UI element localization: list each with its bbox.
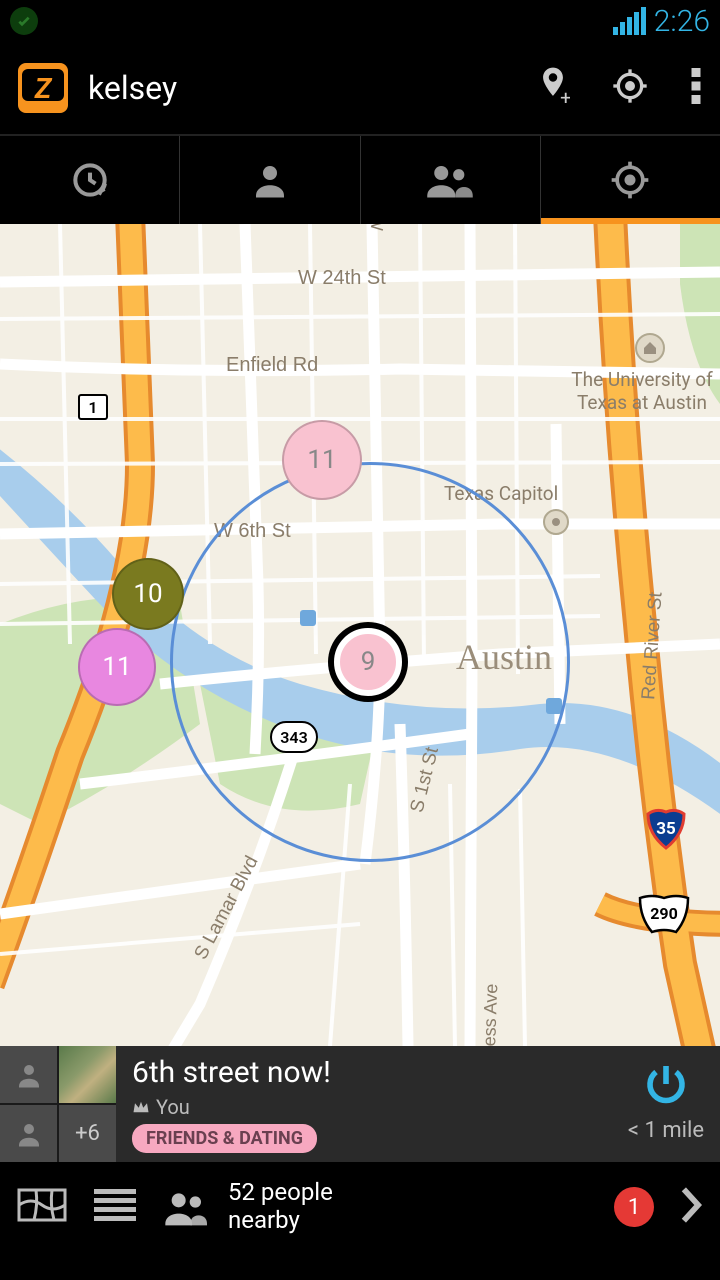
svg-text:+: + [560, 86, 570, 108]
map-view-icon[interactable] [16, 1185, 68, 1229]
cluster-pin[interactable]: 11 [282, 420, 362, 500]
avatar-more-count: +6 [59, 1105, 116, 1162]
notification-badge[interactable]: 1 [614, 1187, 654, 1227]
nearby-info[interactable]: 52 people nearby [162, 1179, 590, 1234]
svg-text:290: 290 [650, 904, 678, 923]
add-location-icon[interactable]: + [536, 64, 570, 112]
app-header: kelsey + [0, 42, 720, 134]
tab-recent[interactable] [0, 136, 180, 224]
nearby-line1: 52 people [228, 1179, 333, 1207]
event-distance: < 1 mile [628, 1118, 704, 1143]
cluster-pin[interactable]: 10 [112, 558, 184, 630]
avatar-photo [59, 1046, 116, 1103]
event-card[interactable]: +6 6th street now! You FRIENDS & DATING … [0, 1046, 720, 1162]
map[interactable]: W 24th St N Lamar Blvd Enfield Rd W 6th … [0, 224, 720, 1046]
poi-label: The University of Texas at Austin [562, 368, 720, 414]
locate-icon[interactable] [610, 66, 650, 110]
street-label: Congress Ave [477, 983, 502, 1046]
tab-nearby[interactable] [541, 136, 720, 224]
route-shield-i35: 35 [644, 806, 688, 850]
svg-text:35: 35 [656, 819, 676, 839]
event-right: < 1 mile [628, 1060, 704, 1149]
chevron-right-icon[interactable] [678, 1185, 704, 1229]
nearby-text: 52 people nearby [228, 1179, 333, 1234]
crown-icon [132, 1100, 150, 1114]
overflow-menu-icon[interactable] [690, 68, 702, 108]
tab-bar [0, 134, 720, 224]
list-view-icon[interactable] [92, 1187, 138, 1227]
tab-contacts[interactable] [180, 136, 360, 224]
street-label: W 24th St [298, 267, 386, 290]
check-badge-icon [10, 7, 38, 35]
event-author-name: You [156, 1095, 190, 1119]
people-icon [162, 1187, 212, 1227]
event-title: 6th street now! [132, 1055, 628, 1090]
status-time: 2:26 [654, 4, 710, 39]
bottom-bar: 52 people nearby 1 [0, 1162, 720, 1252]
avatar-placeholder-icon [0, 1105, 57, 1162]
event-avatars: +6 [0, 1046, 116, 1162]
event-author: You [132, 1095, 628, 1119]
route-shield-us290: 290 [636, 892, 692, 936]
tab-groups[interactable] [361, 136, 541, 224]
status-left [10, 7, 38, 35]
status-bar: 2:26 [0, 0, 720, 42]
cluster-pin-center[interactable]: 9 [334, 628, 402, 696]
status-right: 2:26 [613, 4, 710, 39]
username-title: kelsey [88, 69, 536, 107]
street-label: Enfield Rd [226, 354, 318, 377]
avatar-placeholder-icon [0, 1046, 57, 1103]
event-tag: FRIENDS & DATING [132, 1124, 317, 1153]
cluster-pin[interactable]: 11 [78, 628, 156, 706]
app-logo-icon[interactable] [18, 63, 68, 113]
event-info: 6th street now! You FRIENDS & DATING [116, 1055, 628, 1153]
power-icon[interactable] [642, 1060, 690, 1108]
route-shield-1: 1 [78, 394, 108, 420]
nearby-line2: nearby [228, 1207, 333, 1235]
signal-icon [613, 7, 646, 35]
